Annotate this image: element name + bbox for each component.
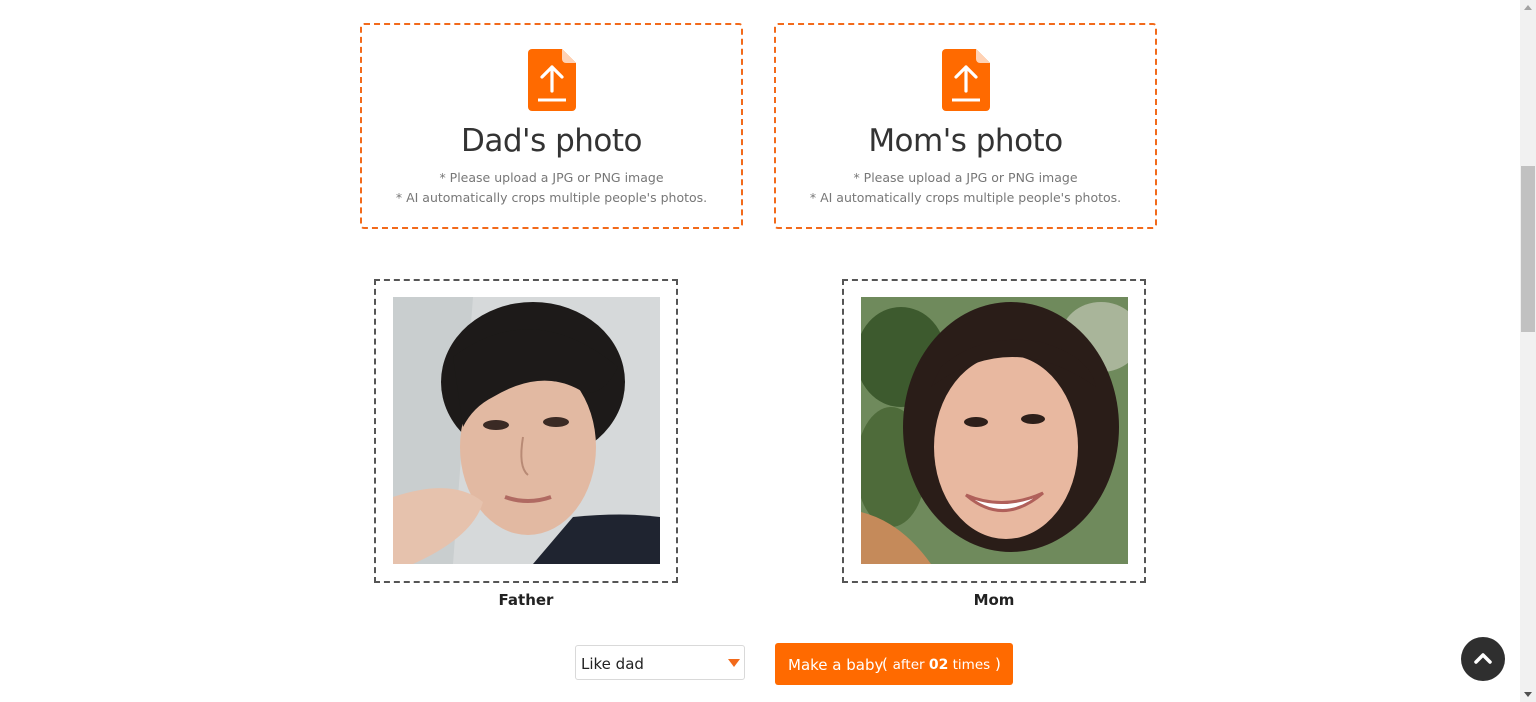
dad-photo-upload[interactable]: Dad's photo * Please upload a JPG or PNG… — [360, 23, 743, 229]
mom-photo-upload[interactable]: Mom's photo * Please upload a JPG or PNG… — [774, 23, 1157, 229]
after-label: after — [892, 657, 925, 673]
scroll-down-arrow-icon[interactable] — [1524, 692, 1532, 697]
mother-caption: Mom — [973, 591, 1015, 609]
scrollbar-thumb[interactable] — [1521, 166, 1535, 332]
mother-photo — [861, 297, 1128, 564]
file-upload-icon — [941, 49, 990, 111]
make-baby-button[interactable]: Make a baby ( after 02 times ) — [775, 643, 1013, 685]
likeness-select-value: Like dad — [581, 655, 644, 673]
father-photo-frame — [374, 279, 678, 583]
mom-upload-title: Mom's photo — [868, 123, 1063, 159]
page: Dad's photo * Please upload a JPG or PNG… — [0, 0, 1536, 702]
dad-upload-note-crop: * AI automatically crops multiple people… — [395, 190, 708, 205]
back-to-top-button[interactable] — [1461, 637, 1505, 681]
dad-upload-note-format: * Please upload a JPG or PNG image — [439, 170, 664, 185]
times-count: 02 — [928, 657, 949, 673]
dad-upload-title: Dad's photo — [461, 123, 642, 159]
mother-photo-frame — [842, 279, 1146, 583]
times-label: times — [952, 657, 991, 673]
make-baby-label: Make a baby — [788, 656, 884, 674]
remaining-times: ( after 02 times ) — [882, 655, 1001, 673]
mom-upload-note-crop: * AI automatically crops multiple people… — [809, 190, 1122, 205]
file-upload-icon — [527, 49, 576, 111]
father-caption: Father — [498, 591, 554, 609]
scrollbar[interactable] — [1520, 0, 1536, 702]
likeness-select[interactable]: Like dad — [575, 645, 745, 680]
chevron-up-icon — [1474, 653, 1492, 664]
father-photo — [393, 297, 660, 564]
scroll-up-arrow-icon[interactable] — [1524, 5, 1532, 10]
mom-upload-note-format: * Please upload a JPG or PNG image — [853, 170, 1078, 185]
caret-down-icon — [728, 659, 740, 667]
